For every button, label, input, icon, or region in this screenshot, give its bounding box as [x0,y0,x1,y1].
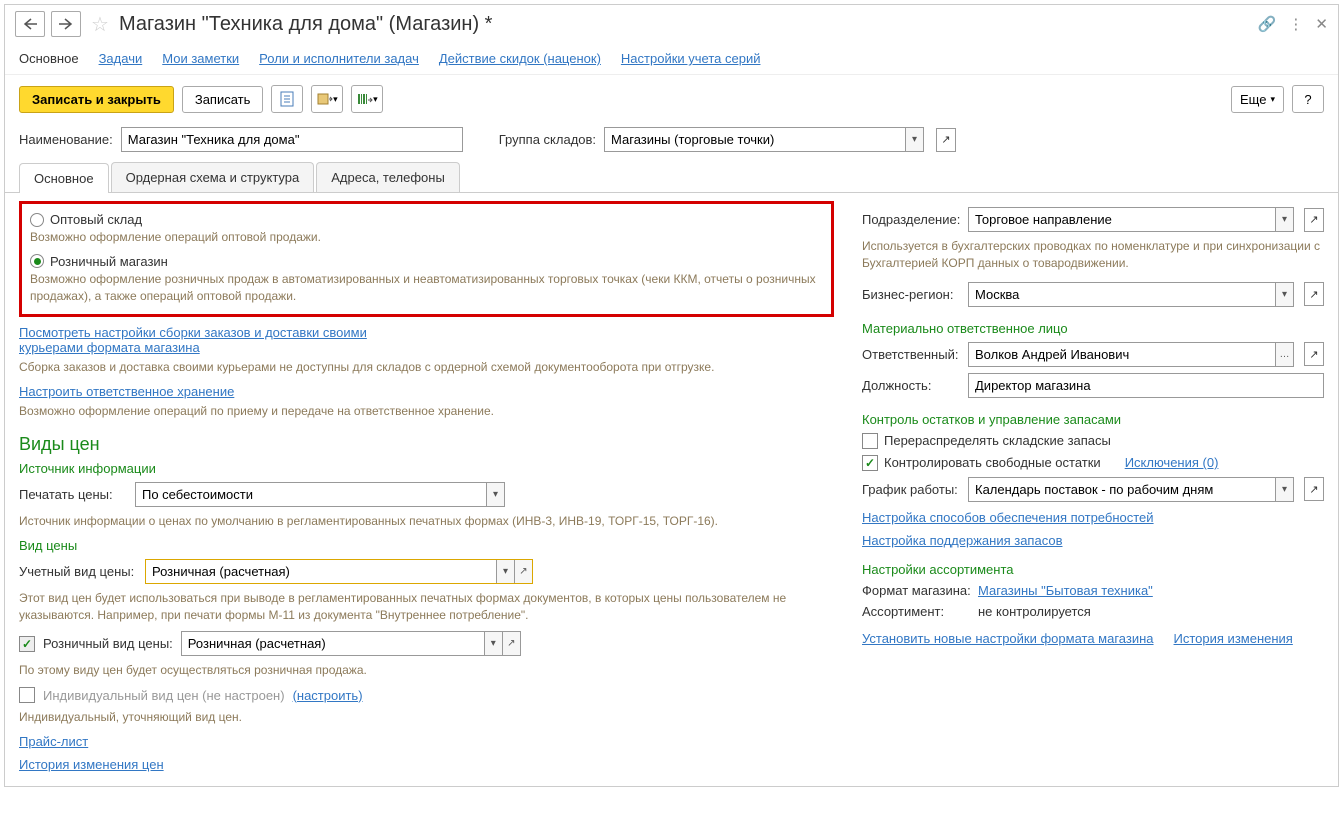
radio-icon [30,213,44,227]
print-label: Печатать цены: [19,487,127,502]
link-set-format[interactable]: Установить новые настройки формата магаз… [862,631,1154,646]
warehouse-type-block: Оптовый склад Возможно оформление операц… [19,201,834,317]
assortment-heading: Настройки ассортимента [862,562,1324,577]
stock-heading: Контроль остатков и управление запасами [862,412,1324,427]
link-storage[interactable]: Настроить ответственное хранение [19,384,234,399]
assort-label: Ассортимент: [862,604,972,619]
dept-input[interactable] [969,208,1275,231]
schedule-label: График работы: [862,482,962,497]
source-heading: Источник информации [19,461,834,476]
link-supply[interactable]: Настройка способов обеспечения потребнос… [862,510,1154,525]
file-menu-button[interactable]: ▾ [311,85,343,113]
dropdown-icon[interactable]: ▾ [1275,283,1293,306]
link-store-format[interactable]: Магазины "Бытовая техника" [978,583,1153,598]
open-ref-icon[interactable]: ↗ [936,128,956,152]
open-ref-icon[interactable]: ↗ [1304,342,1324,366]
schedule-input[interactable] [969,478,1275,501]
radio-wholesale[interactable]: Оптовый склад [30,212,823,227]
menu-notes[interactable]: Мои заметки [162,51,239,66]
star-icon[interactable]: ☆ [91,12,109,37]
price-type-heading: Вид цены [19,538,834,553]
position-label: Должность: [862,378,962,393]
radio-retail[interactable]: Розничный магазин [30,254,823,269]
forward-button[interactable] [51,11,81,37]
link-exceptions[interactable]: Исключения (0) [1125,455,1219,470]
redistribute-checkbox[interactable] [862,433,878,449]
close-icon[interactable]: ✕ [1315,15,1328,33]
link-maintain[interactable]: Настройка поддержания запасов [862,533,1062,548]
back-button[interactable] [15,11,45,37]
dropdown-icon[interactable]: ▾ [484,632,502,655]
radio-icon [30,254,44,268]
region-label: Бизнес-регион: [862,287,962,302]
barcode-button[interactable]: ▾ [351,85,383,113]
dropdown-icon[interactable]: ▾ [1275,208,1293,231]
menu-main[interactable]: Основное [19,51,79,66]
print-prices-input[interactable] [136,483,486,506]
account-price-input[interactable] [146,560,496,583]
kebab-icon[interactable]: ⋮ [1288,15,1303,33]
responsible-heading: Материально ответственное лицо [862,321,1324,336]
retail-price-checkbox [19,636,35,652]
name-input[interactable] [122,128,462,151]
prices-heading: Виды цен [19,434,834,455]
save-button[interactable]: Записать [182,86,264,113]
open-ref-icon[interactable]: ↗ [1304,477,1324,501]
retail-price-input[interactable] [182,632,484,655]
region-input[interactable] [969,283,1275,306]
format-label: Формат магазина: [862,583,972,598]
menu-tasks[interactable]: Задачи [99,51,143,66]
tab-address[interactable]: Адреса, телефоны [316,162,460,192]
dropdown-icon[interactable]: ▾ [486,483,504,506]
menu-roles[interactable]: Роли и исполнители задач [259,51,419,66]
report-button[interactable] [271,85,303,113]
link-price-history[interactable]: История изменения цен [19,757,164,772]
more-button[interactable]: Еще ▾ [1231,86,1284,113]
dropdown-icon[interactable]: ▾ [496,560,514,583]
open-ref-icon[interactable]: ↗ [502,632,520,655]
link-delivery-settings[interactable]: Посмотреть настройки сборки заказов и до… [19,325,367,355]
ellipsis-icon[interactable]: … [1275,343,1293,366]
link-icon[interactable]: 🔗 [1258,15,1277,33]
group-label: Группа складов: [499,132,596,147]
open-ref-icon[interactable]: ↗ [1304,282,1324,306]
tab-main[interactable]: Основное [19,163,109,193]
open-ref-icon[interactable]: ↗ [514,560,532,583]
dropdown-icon[interactable]: ▾ [1275,478,1293,501]
link-pricelist[interactable]: Прайс-лист [19,734,88,749]
open-ref-icon[interactable]: ↗ [1304,208,1324,232]
position-input[interactable] [969,374,1323,397]
dropdown-icon[interactable]: ▾ [905,128,923,151]
tab-order[interactable]: Ордерная схема и структура [111,162,315,192]
dept-label: Подразделение: [862,212,962,227]
name-label: Наименование: [19,132,113,147]
group-input[interactable] [605,128,905,151]
help-button[interactable]: ? [1292,85,1324,113]
window-title: Магазин "Техника для дома" (Магазин) * [119,13,1252,36]
save-close-button[interactable]: Записать и закрыть [19,86,174,113]
control-stock-checkbox[interactable] [862,455,878,471]
responsible-label: Ответственный: [862,347,962,362]
menu-discounts[interactable]: Действие скидок (наценок) [439,51,601,66]
link-format-history[interactable]: История изменения [1174,631,1293,646]
account-price-label: Учетный вид цены: [19,564,137,579]
responsible-input[interactable] [969,343,1275,366]
retail-price-label: Розничный вид цены: [43,636,173,651]
individual-price-checkbox[interactable] [19,687,35,703]
menu-series[interactable]: Настройки учета серий [621,51,761,66]
link-configure-individual[interactable]: (настроить) [293,688,363,703]
